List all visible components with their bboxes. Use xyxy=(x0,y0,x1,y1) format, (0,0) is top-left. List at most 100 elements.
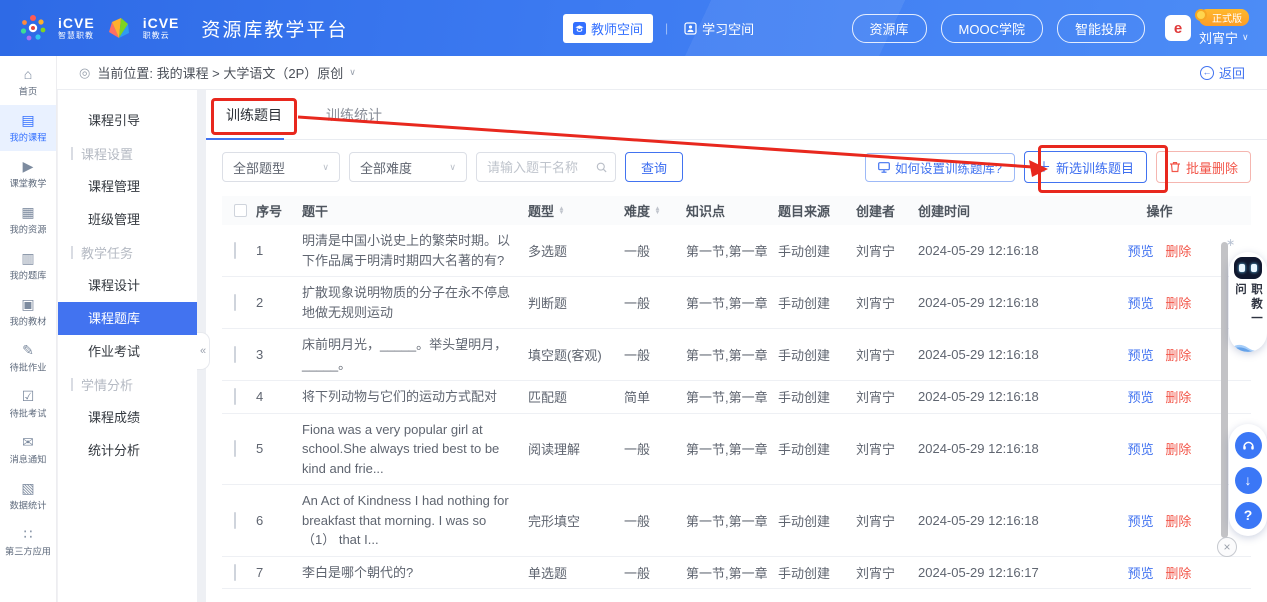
sidebar-item[interactable]: 课程管理 xyxy=(58,170,197,203)
query-button[interactable]: 查询 xyxy=(625,152,683,182)
sort-type-control[interactable]: ▲▼ xyxy=(558,207,565,215)
main-card: 训练题目 训练统计 全部题型 ∨ 全部难度 ∨ 查询 xyxy=(206,90,1267,602)
rail-item-label: 课堂教学 xyxy=(10,175,47,189)
delete-link[interactable]: 删除 xyxy=(1165,442,1191,457)
rail-item[interactable]: ∷ 第三方应用 xyxy=(0,519,56,565)
rail-item[interactable]: ▶ 课堂教学 xyxy=(0,151,56,197)
row-no: 6 xyxy=(256,513,302,528)
sidebar-item[interactable]: 课程题库 xyxy=(58,302,197,335)
sidebar-item[interactable]: 课程成绩 xyxy=(58,401,197,434)
rail-item-icon: ☑ xyxy=(22,389,35,403)
rail-item-icon: ▧ xyxy=(21,481,34,495)
rail-item-icon: ▶ xyxy=(23,159,34,173)
batch-delete-button[interactable]: 批量删除 xyxy=(1156,151,1251,183)
course-switch-chevron-icon[interactable]: ∨ xyxy=(349,67,356,78)
delete-link[interactable]: 删除 xyxy=(1165,348,1191,363)
rail-item[interactable]: ▥ 我的题库 xyxy=(0,243,56,289)
sidebar-item[interactable]: 课程设计 xyxy=(58,269,197,302)
customer-service-button[interactable] xyxy=(1235,432,1262,459)
row-created: 2024-05-29 12:16:18 xyxy=(918,513,1068,528)
preview-link[interactable]: 预览 xyxy=(1128,566,1154,581)
delete-link[interactable]: 删除 xyxy=(1165,244,1191,259)
filter-toolbar: 全部题型 ∨ 全部难度 ∨ 查询 xyxy=(206,140,1267,194)
section-bar xyxy=(71,246,73,259)
question-type-select[interactable]: 全部题型 ∨ xyxy=(222,152,340,182)
table-row: 2 扩散现象说明物质的分子在永不停息地做无规则运动 判断题 一般 第一节,第一章… xyxy=(222,277,1251,329)
row-checkbox[interactable] xyxy=(234,346,236,363)
mooc-academy-button[interactable]: MOOC学院 xyxy=(941,14,1043,43)
preview-link[interactable]: 预览 xyxy=(1128,514,1154,529)
sidebar-item[interactable]: 课程引导 xyxy=(58,104,197,137)
question-type-value: 全部题型 xyxy=(233,158,285,177)
delete-link[interactable]: 删除 xyxy=(1165,514,1191,529)
row-checkbox[interactable] xyxy=(234,294,236,311)
row-created: 2024-05-29 12:16:17 xyxy=(918,565,1068,580)
preview-link[interactable]: 预览 xyxy=(1128,348,1154,363)
preview-link[interactable]: 预览 xyxy=(1128,442,1154,457)
download-button[interactable]: ↓ xyxy=(1235,467,1262,494)
sidebar-item[interactable]: 班级管理 xyxy=(58,203,197,236)
rail-item-label: 我的课程 xyxy=(10,129,47,143)
rail-item[interactable]: ⌂ 首页 xyxy=(0,59,56,105)
row-created: 2024-05-29 12:16:18 xyxy=(918,389,1068,404)
row-creator: 刘宵宁 xyxy=(856,511,918,530)
row-type: 多选题 xyxy=(528,241,624,260)
preview-link[interactable]: 预览 xyxy=(1128,390,1154,405)
user-menu[interactable]: 刘宵宁 ∨ xyxy=(1199,28,1249,47)
avatar[interactable]: e xyxy=(1165,15,1191,41)
back-button[interactable]: ← 返回 xyxy=(1200,63,1245,82)
help-button[interactable]: ? xyxy=(1235,502,1262,529)
row-checkbox[interactable] xyxy=(234,512,236,529)
assistant-widget[interactable]: 职教一问 xyxy=(1229,252,1267,352)
row-checkbox[interactable] xyxy=(234,242,236,259)
resource-library-button[interactable]: 资源库 xyxy=(852,14,927,43)
help-setup-label: 如何设置训练题库? xyxy=(895,158,1002,177)
sidebar-collapse-handle[interactable]: « xyxy=(197,332,210,370)
smart-casting-button[interactable]: 智能投屏 xyxy=(1057,14,1145,43)
batch-delete-label: 批量删除 xyxy=(1186,158,1238,177)
question-icon: ? xyxy=(1244,507,1253,523)
row-type: 单选题 xyxy=(528,563,624,582)
row-checkbox[interactable] xyxy=(234,440,236,457)
row-created: 2024-05-29 12:16:18 xyxy=(918,441,1068,456)
preview-link[interactable]: 预览 xyxy=(1128,296,1154,311)
stem-search-box xyxy=(476,152,616,182)
logo2-text: iCVE职教云 xyxy=(143,16,180,40)
help-setup-button[interactable]: 如何设置训练题库? xyxy=(865,153,1015,182)
tab[interactable]: 训练统计 xyxy=(326,105,382,125)
table-row: 4 将下列动物与它们的运动方式配对 匹配题 简单 第一节,第一章 手动创建 刘宵… xyxy=(222,381,1251,414)
stem-search-input[interactable] xyxy=(487,160,592,175)
rail-item[interactable]: ▣ 我的教材 xyxy=(0,289,56,335)
delete-link[interactable]: 删除 xyxy=(1165,390,1191,405)
vertical-scrollbar[interactable] xyxy=(1221,242,1228,538)
learning-space-button[interactable]: 学习空间 xyxy=(680,14,758,43)
rail-item[interactable]: ▧ 数据统计 xyxy=(0,473,56,519)
sidebar-item[interactable]: 作业考试 xyxy=(58,335,197,368)
add-training-questions-button[interactable]: ＋ 新选训练题目 xyxy=(1024,151,1147,183)
row-checkbox[interactable] xyxy=(234,564,236,581)
search-icon[interactable] xyxy=(596,161,607,174)
close-floating-button[interactable]: × xyxy=(1217,537,1237,557)
difficulty-select[interactable]: 全部难度 ∨ xyxy=(349,152,467,182)
rail-item-label: 第三方应用 xyxy=(5,543,51,557)
teacher-space-button[interactable]: 教师空间 xyxy=(563,14,653,43)
row-source: 手动创建 xyxy=(778,563,856,582)
user-name: 刘宵宁 xyxy=(1199,28,1238,47)
delete-link[interactable]: 删除 xyxy=(1165,566,1191,581)
rail-item[interactable]: ☑ 待批考试 xyxy=(0,381,56,427)
user-info: 正式版 刘宵宁 ∨ xyxy=(1199,9,1249,47)
rail-item-label: 首页 xyxy=(19,83,37,97)
sidebar-item[interactable]: 统计分析 xyxy=(58,434,197,467)
delete-link[interactable]: 删除 xyxy=(1165,296,1191,311)
rail-item[interactable]: ✉ 消息通知 xyxy=(0,427,56,473)
rail-item[interactable]: ▦ 我的资源 xyxy=(0,197,56,243)
tab[interactable]: 训练题目 xyxy=(226,105,282,125)
rail-item[interactable]: ✎ 待批作业 xyxy=(0,335,56,381)
preview-link[interactable]: 预览 xyxy=(1128,244,1154,259)
select-all-checkbox[interactable] xyxy=(234,204,247,217)
rail-item[interactable]: ▤ 我的课程 xyxy=(0,105,56,151)
sort-difficulty-control[interactable]: ▲▼ xyxy=(654,207,661,215)
breadcrumb: 当前位置: 我的课程 > 大学语文（2P）原创 xyxy=(97,63,343,82)
row-checkbox[interactable] xyxy=(234,388,236,405)
rail-item-icon: ✉ xyxy=(22,435,34,449)
